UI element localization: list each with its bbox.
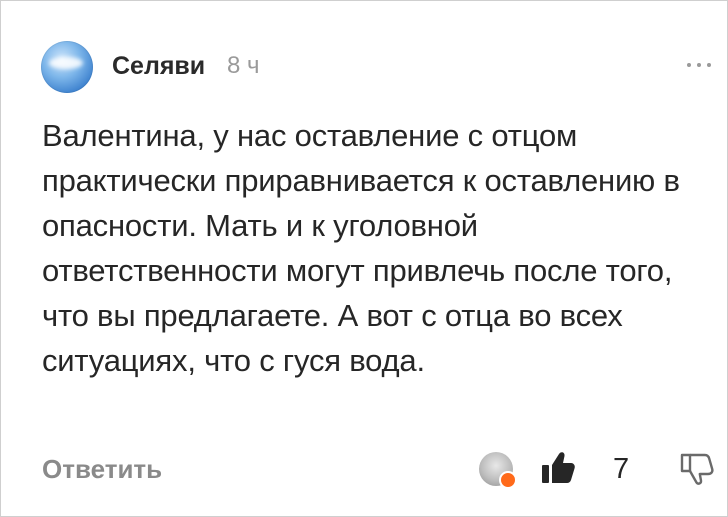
avatar[interactable] [41,41,93,93]
thumbs-up-icon[interactable] [539,449,577,487]
comment-text: Валентина, у нас оставление с отцом прак… [42,118,680,378]
comment-card: Селяви 8 ч Валентина, у нас оставление с… [0,0,728,517]
author-name[interactable]: Селяви [112,51,205,81]
liker-avatar[interactable] [479,452,517,489]
comment-time: 8 ч [227,52,260,79]
reply-button[interactable]: Ответить [42,453,162,485]
heart-reaction-icon [499,471,517,489]
like-count: 7 [613,453,630,485]
more-icon[interactable] [681,53,717,77]
avatar-cloud [49,57,83,69]
thumbs-down-icon[interactable] [679,450,717,488]
